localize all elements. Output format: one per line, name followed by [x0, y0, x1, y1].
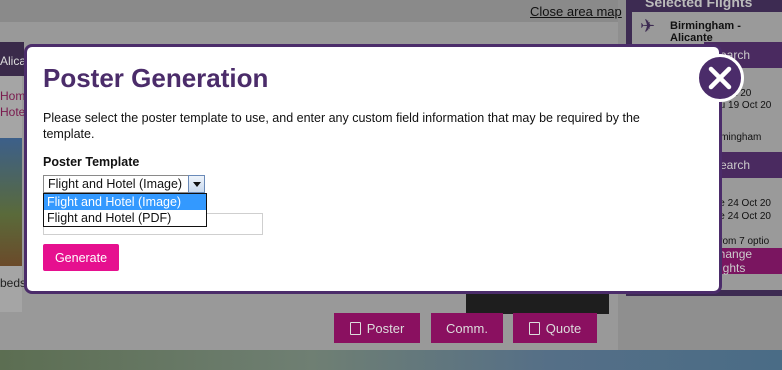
beds-text: beds: [0, 276, 27, 290]
plane-icon: ✈: [640, 16, 656, 36]
option-flight-hotel-pdf[interactable]: Flight and Hotel (PDF): [44, 210, 206, 226]
comm-button[interactable]: Comm.: [431, 313, 503, 343]
map-strip: [0, 0, 618, 22]
quote-button-label: Quote: [545, 320, 582, 336]
chevron-down-icon[interactable]: [188, 175, 205, 193]
dialog-description: Please select the poster template to use…: [43, 111, 640, 141]
poster-button-label: Poster: [366, 320, 405, 336]
option-flight-hotel-image[interactable]: Flight and Hotel (Image): [44, 194, 206, 210]
poster-generation-dialog: Poster Generation Please select the post…: [24, 44, 722, 294]
document-icon: [349, 321, 361, 335]
close-icon: [708, 66, 732, 90]
close-dialog-button[interactable]: [696, 54, 744, 102]
quote-button[interactable]: Quote: [513, 313, 597, 343]
poster-button[interactable]: Poster: [334, 313, 420, 343]
pool-photo-strip: [0, 350, 782, 370]
poster-template-options: Flight and Hotel (Image) Flight and Hote…: [43, 193, 207, 227]
dark-panel: [466, 292, 609, 314]
hotel-photo: [0, 138, 22, 266]
sidebar-title: Selected Flights: [645, 0, 753, 10]
poster-template-label: Poster Template: [43, 155, 140, 169]
comm-button-label: Comm.: [446, 320, 488, 336]
generate-button[interactable]: Generate: [43, 244, 119, 271]
document-icon: [528, 321, 540, 335]
close-area-map-link[interactable]: Close area map: [530, 4, 622, 19]
result-card-header: Alicant: [0, 42, 36, 76]
select-current-value: Flight and Hotel (Image): [48, 177, 183, 191]
poster-template-select[interactable]: Flight and Hotel (Image): [43, 175, 205, 193]
dialog-title: Poster Generation: [43, 63, 269, 93]
flight-route: Birmingham - Alicante: [670, 20, 741, 44]
